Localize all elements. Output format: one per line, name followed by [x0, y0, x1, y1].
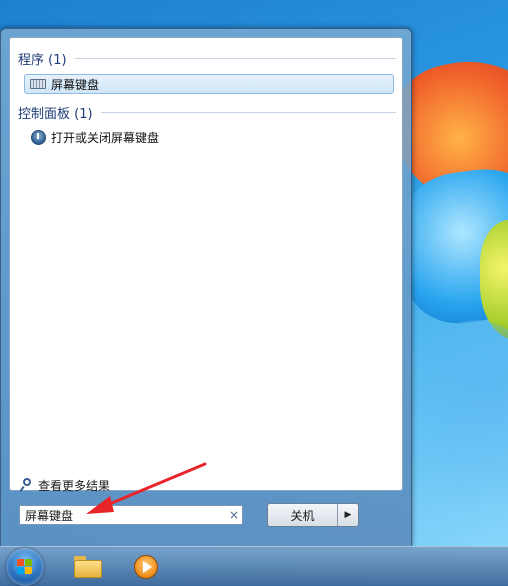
start-orb[interactable] [6, 548, 44, 586]
shutdown-options-arrow-icon[interactable]: ▶ [338, 504, 358, 526]
windows-explorer-icon [74, 556, 102, 578]
group-header-label: 控制面板 (1) [18, 106, 93, 122]
start-menu: 程序 (1) 屏幕键盘 控制面板 (1) 打开或关闭屏幕键盘 查看更多结果 屏幕… [0, 28, 412, 548]
magnifier-icon [20, 478, 34, 492]
taskbar-explorer-button[interactable] [66, 550, 110, 584]
see-more-results-link[interactable]: 查看更多结果 [20, 476, 110, 494]
media-player-icon [134, 555, 158, 579]
search-input[interactable]: 屏幕键盘 × [19, 505, 243, 525]
taskbar-media-player-button[interactable] [124, 550, 168, 584]
clear-search-icon[interactable]: × [226, 508, 242, 522]
group-header-programs: 程序 (1) [18, 48, 396, 68]
result-item-label: 打开或关闭屏幕键盘 [51, 130, 160, 145]
result-item-label: 屏幕键盘 [51, 77, 100, 92]
ease-of-access-icon [29, 129, 47, 145]
search-results-pane: 程序 (1) 屏幕键盘 控制面板 (1) 打开或关闭屏幕键盘 查看更多结果 [9, 37, 403, 494]
shutdown-button-group: 关机 ▶ [267, 503, 359, 527]
windows-logo-icon [17, 559, 33, 575]
see-more-label: 查看更多结果 [38, 478, 111, 493]
result-item-toggle-on-screen-keyboard[interactable]: 打开或关闭屏幕键盘 [24, 127, 394, 147]
keyboard-icon [29, 76, 47, 92]
group-header-label: 程序 (1) [18, 52, 67, 68]
divider [74, 57, 396, 59]
search-input-value: 屏幕键盘 [25, 508, 74, 523]
group-header-control-panel: 控制面板 (1) [18, 102, 396, 122]
shutdown-button[interactable]: 关机 [268, 504, 338, 526]
taskbar [0, 546, 508, 586]
divider [100, 111, 396, 113]
result-item-on-screen-keyboard[interactable]: 屏幕键盘 [24, 74, 394, 94]
